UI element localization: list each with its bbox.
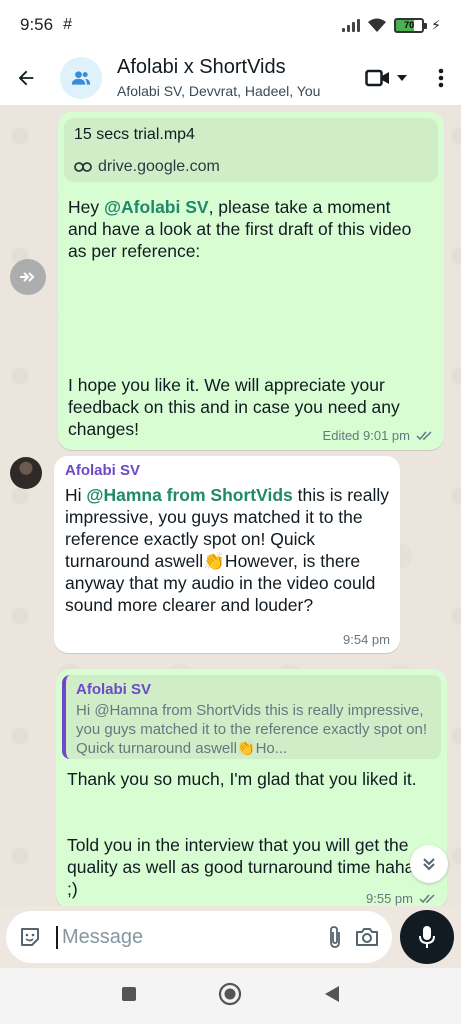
microphone-icon: [419, 926, 435, 948]
message-bubble-outgoing-reply[interactable]: Afolabi SV Hi @Hamna from ShortVids this…: [56, 669, 447, 906]
slack-notification-icon: #: [63, 16, 72, 33]
chevron-down-icon: [397, 74, 407, 81]
chat-title: Afolabi x ShortVids: [117, 56, 286, 78]
message-text-start: Hi: [65, 485, 87, 505]
message-time: 9:54 pm: [343, 632, 390, 647]
camera-button[interactable]: [354, 919, 380, 955]
double-check-icon: [416, 430, 432, 440]
arrow-left-icon: [18, 70, 34, 85]
charging-icon: ⚡: [431, 16, 441, 33]
message-text-start: Hey: [68, 197, 104, 217]
message-text: Thank you so much, I'm glad that you lik…: [67, 769, 417, 789]
more-vert-icon: [438, 68, 444, 87]
chat-header: Afolabi x ShortVids Afolabi SV, Devvrat,…: [0, 50, 461, 106]
sender-name[interactable]: Afolabi SV: [65, 462, 140, 479]
input-pill: [6, 911, 392, 963]
chat-info[interactable]: Afolabi x ShortVids Afolabi SV, Devvrat,…: [117, 56, 347, 99]
battery-icon: 70: [394, 17, 428, 33]
message-time: Edited 9:01 pm: [322, 428, 410, 443]
forward-button[interactable]: [10, 259, 46, 295]
recents-button[interactable]: [121, 986, 137, 1007]
link-icon: [74, 162, 92, 172]
mention[interactable]: @Afolabi SV: [104, 197, 209, 217]
message-text-2: Told you in the interview that you will …: [67, 835, 415, 899]
double-check-icon: [419, 893, 435, 903]
video-call-icon: [365, 69, 389, 86]
chat-area[interactable]: 15 secs trial.mp4 drive.google.com Hey @…: [0, 106, 461, 906]
voice-message-button[interactable]: [400, 910, 454, 964]
message-meta: Edited 9:01 pm: [323, 428, 434, 443]
triangle-back-icon: [324, 985, 339, 1002]
link-url-row: drive.google.com: [74, 158, 428, 176]
status-bar: 9:56 # 70 ⚡: [0, 0, 461, 50]
system-navigation-bar: [0, 968, 461, 1024]
square-icon: [121, 986, 136, 1001]
header-actions: [351, 50, 461, 106]
status-time: 9:56: [20, 15, 54, 34]
avatar[interactable]: [10, 457, 42, 489]
scroll-to-bottom-button[interactable]: [410, 845, 448, 883]
wifi-icon: [368, 18, 387, 32]
sticker-button[interactable]: [18, 919, 42, 955]
message-input[interactable]: [56, 925, 327, 949]
camera-icon: [356, 928, 378, 946]
status-icons: 70 ⚡: [342, 17, 441, 34]
battery-level: 70: [404, 20, 415, 30]
group-avatar[interactable]: [60, 56, 102, 99]
quoted-sender: Afolabi SV: [76, 681, 152, 698]
message-meta: 9:55 pm: [366, 891, 437, 906]
circle-icon: [218, 982, 241, 1005]
quoted-text: Hi @Hamna from ShortVids this is really …: [76, 702, 428, 757]
sticker-icon: [21, 928, 39, 946]
link-file-name: 15 secs trial.mp4: [74, 126, 195, 143]
group-icon: [71, 70, 91, 85]
message-meta: 9:54 pm: [343, 632, 390, 647]
message-bubble-outgoing[interactable]: 15 secs trial.mp4 drive.google.com Hey @…: [58, 112, 444, 450]
back-button[interactable]: [0, 50, 52, 106]
link-domain: drive.google.com: [98, 158, 220, 175]
mention[interactable]: @Hamna from ShortVids: [86, 485, 292, 505]
message-bubble-incoming[interactable]: Afolabi SV Hi @Hamna from ShortVids this…: [54, 456, 400, 653]
composer: [0, 906, 461, 968]
double-chevron-down-icon: [423, 858, 435, 871]
video-call-button[interactable]: [351, 50, 421, 106]
link-preview[interactable]: 15 secs trial.mp4 drive.google.com: [64, 118, 438, 182]
message-time: 9:55 pm: [366, 891, 413, 906]
message-text: Hey @Afolabi SV, please take a moment an…: [68, 196, 423, 262]
message-text: Hi @Hamna from ShortVids this is really …: [65, 484, 395, 616]
signal-icon: [342, 18, 361, 32]
paperclip-icon: [329, 926, 340, 948]
forward-icon: [20, 272, 35, 282]
more-options-button[interactable]: [421, 50, 461, 106]
home-button[interactable]: [218, 982, 242, 1011]
chat-participants: Afolabi SV, Devvrat, Hadeel, You: [117, 83, 321, 99]
attach-button[interactable]: [327, 919, 342, 955]
quoted-message[interactable]: Afolabi SV Hi @Hamna from ShortVids this…: [62, 675, 441, 759]
back-nav-button[interactable]: [323, 985, 341, 1008]
